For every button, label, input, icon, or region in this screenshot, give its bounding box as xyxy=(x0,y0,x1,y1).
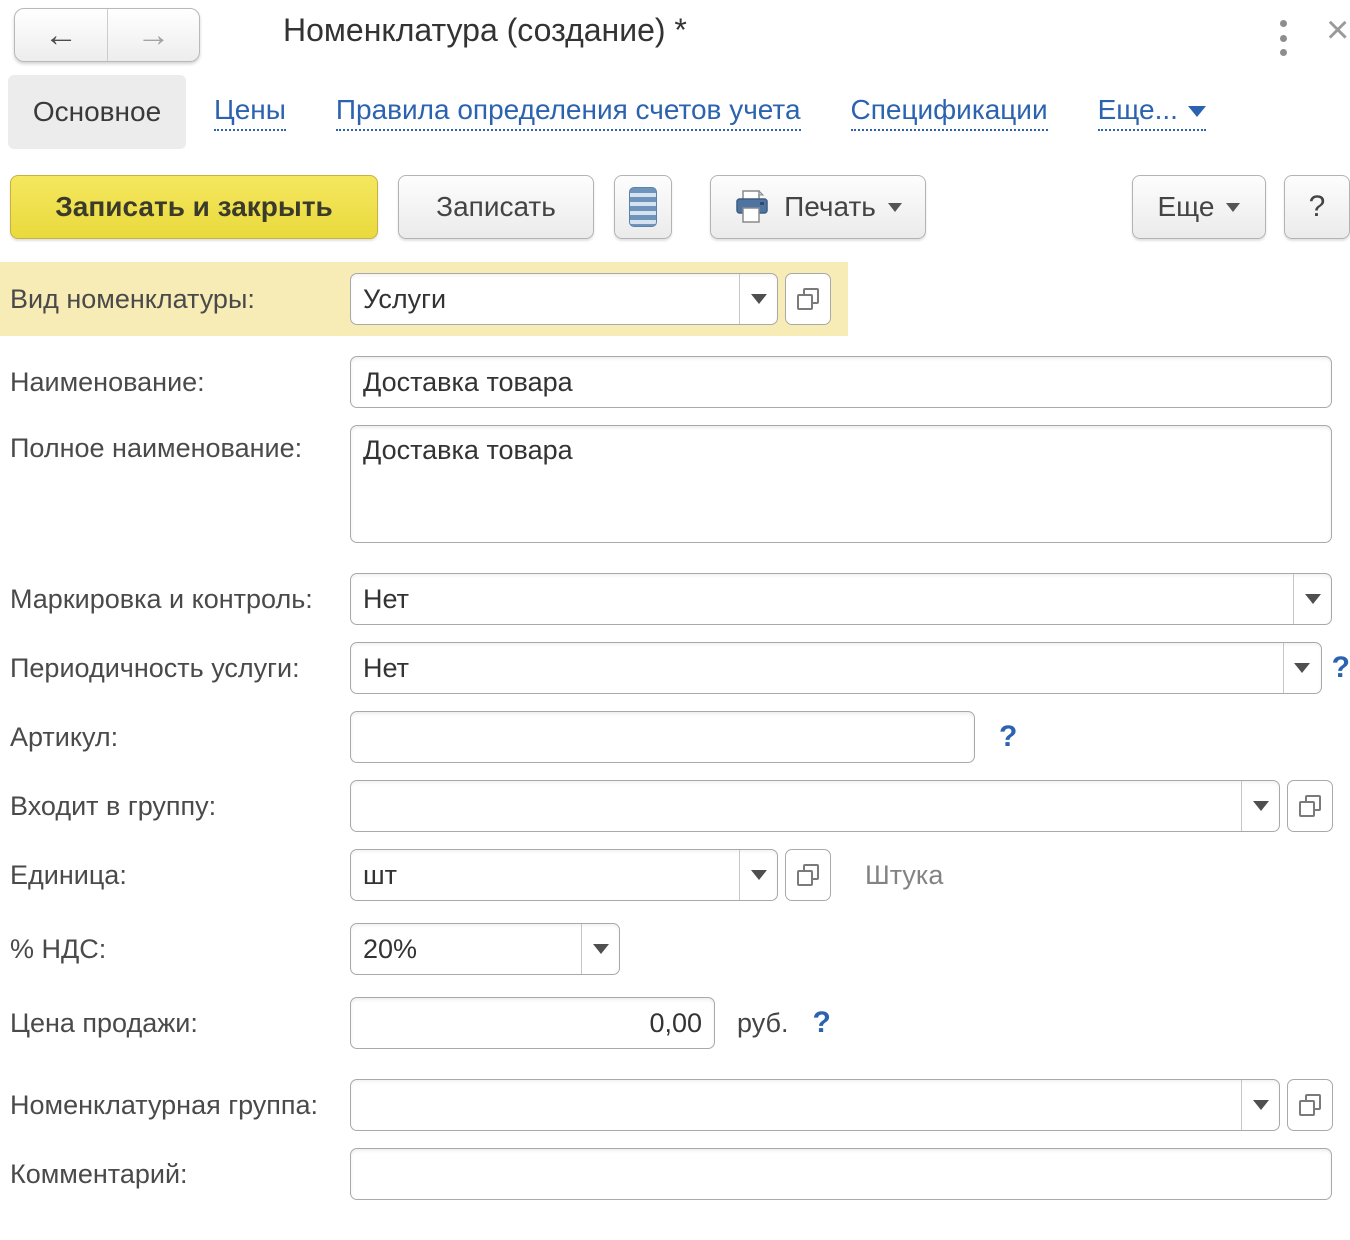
periodichnost-label: Периодичность услуги: xyxy=(10,653,350,684)
edinitsa-dropdown[interactable] xyxy=(739,850,777,900)
tsena-prodazhi-input[interactable] xyxy=(350,997,715,1049)
field-row-naimenovanie: Наименование: xyxy=(0,356,1350,408)
tsena-prodazhi-currency: руб. xyxy=(737,1008,788,1039)
window-header: ← → Номенклатура (создание) * × xyxy=(0,0,1350,74)
edinitsa-label: Единица: xyxy=(10,860,350,891)
artikul-input[interactable] xyxy=(350,711,975,763)
save-close-button[interactable]: Записать и закрыть xyxy=(10,175,378,239)
periodichnost-combo xyxy=(350,642,1322,694)
nds-label: % НДС: xyxy=(10,934,350,965)
chevron-down-icon xyxy=(1305,594,1321,604)
kommentarij-label: Комментарий: xyxy=(10,1159,350,1190)
related-records-button[interactable] xyxy=(614,175,672,239)
chevron-down-icon xyxy=(1253,1100,1269,1110)
field-row-nds: % НДС: xyxy=(0,923,1350,975)
vid-nomenklatury-input[interactable] xyxy=(351,274,739,324)
edinitsa-open-button[interactable] xyxy=(785,849,831,901)
tab-tseny[interactable]: Цены xyxy=(214,94,286,131)
field-row-edinitsa: Единица: Штука xyxy=(0,849,1350,901)
chevron-down-icon xyxy=(593,944,609,954)
nomenclature-form: Вид номенклатуры: Наименование: Полное н… xyxy=(0,262,1350,1200)
nds-input[interactable] xyxy=(351,924,581,974)
open-in-form-icon xyxy=(1299,795,1321,817)
polnoe-naimenovanie-label: Полное наименование: xyxy=(10,425,350,464)
close-icon[interactable]: × xyxy=(1326,10,1349,50)
vid-nomenklatury-combo xyxy=(350,273,778,325)
nomenklaturnaya-gruppa-dropdown[interactable] xyxy=(1241,1080,1279,1130)
field-row-nomenklaturnaya-gruppa: Номенклатурная группа: xyxy=(0,1079,1350,1131)
nomenklaturnaya-gruppa-input[interactable] xyxy=(351,1080,1241,1130)
nomenklaturnaya-gruppa-combo xyxy=(350,1079,1280,1131)
edinitsa-input[interactable] xyxy=(351,850,739,900)
nds-combo xyxy=(350,923,620,975)
help-button[interactable]: ? xyxy=(1284,175,1350,239)
vid-nomenklatury-dropdown[interactable] xyxy=(739,274,777,324)
field-row-tsena-prodazhi: Цена продажи: руб. ? xyxy=(0,997,1350,1049)
markirovka-dropdown[interactable] xyxy=(1293,574,1331,624)
open-in-form-icon xyxy=(797,288,819,310)
tsena-prodazhi-help-icon[interactable]: ? xyxy=(812,1006,830,1040)
edinitsa-combo xyxy=(350,849,778,901)
forward-button[interactable]: → xyxy=(107,9,199,61)
markirovka-combo xyxy=(350,573,1332,625)
page-title: Номенклатура (создание) * xyxy=(283,12,687,49)
markirovka-input[interactable] xyxy=(351,574,1293,624)
chevron-down-icon xyxy=(751,294,767,304)
field-row-periodichnost: Периодичность услуги: ? xyxy=(0,642,1350,694)
artikul-help-icon[interactable]: ? xyxy=(999,720,1017,754)
vhodit-v-gruppu-input[interactable] xyxy=(351,781,1241,831)
vid-nomenklatury-label: Вид номенклатуры: xyxy=(10,284,350,315)
back-button[interactable]: ← xyxy=(15,9,107,61)
chevron-down-icon xyxy=(1294,663,1310,673)
chevron-down-icon xyxy=(888,203,902,212)
vhodit-v-gruppu-dropdown[interactable] xyxy=(1241,781,1279,831)
periodichnost-input[interactable] xyxy=(351,643,1283,693)
vhodit-v-gruppu-combo xyxy=(350,780,1280,832)
nds-dropdown[interactable] xyxy=(581,924,619,974)
artikul-label: Артикул: xyxy=(10,722,350,753)
field-row-polnoe-naimenovanie: Полное наименование: Доставка товара xyxy=(0,425,1350,543)
stacked-list-icon xyxy=(629,187,657,227)
naimenovanie-input[interactable] xyxy=(350,356,1332,408)
markirovka-label: Маркировка и контроль: xyxy=(10,584,350,615)
open-in-form-icon xyxy=(1299,1094,1321,1116)
forward-arrow-icon: → xyxy=(137,16,171,55)
chevron-down-icon xyxy=(1253,801,1269,811)
kommentarij-input[interactable] xyxy=(350,1148,1332,1200)
tab-osnovnoe[interactable]: Основное xyxy=(8,75,186,149)
printer-icon xyxy=(734,190,770,224)
print-button[interactable]: Печать xyxy=(710,175,926,239)
edinitsa-hint: Штука xyxy=(865,860,943,891)
save-button[interactable]: Записать xyxy=(398,175,594,239)
open-in-form-icon xyxy=(797,864,819,886)
window-menu-icon[interactable] xyxy=(1268,18,1298,58)
naimenovanie-label: Наименование: xyxy=(10,367,350,398)
nomenklaturnaya-gruppa-open-button[interactable] xyxy=(1287,1079,1333,1131)
polnoe-naimenovanie-textarea[interactable]: Доставка товара xyxy=(350,425,1332,543)
tab-pravila-scheta[interactable]: Правила определения счетов учета xyxy=(336,94,801,131)
vhodit-v-gruppu-open-button[interactable] xyxy=(1287,780,1333,832)
chevron-down-icon xyxy=(1188,106,1206,117)
field-row-markirovka: Маркировка и контроль: xyxy=(0,573,1350,625)
chevron-down-icon xyxy=(751,870,767,880)
back-arrow-icon: ← xyxy=(44,16,78,55)
tab-spetsifikatsii[interactable]: Спецификации xyxy=(851,94,1048,131)
periodichnost-help-icon[interactable]: ? xyxy=(1332,651,1350,685)
vhodit-v-gruppu-label: Входит в группу: xyxy=(10,791,350,822)
tab-more[interactable]: Еще... xyxy=(1098,94,1206,131)
field-row-vid-nomenklatury: Вид номенклатуры: xyxy=(0,262,848,336)
nav-history-group: ← → xyxy=(14,8,200,62)
field-row-vhodit-v-gruppu: Входит в группу: xyxy=(0,780,1350,832)
toolbar: Записать и закрыть Записать Печать Еще ? xyxy=(0,174,1350,240)
field-row-kommentarij: Комментарий: xyxy=(0,1148,1350,1200)
vid-nomenklatury-open-button[interactable] xyxy=(785,273,831,325)
tsena-prodazhi-label: Цена продажи: xyxy=(10,1008,350,1039)
field-row-artikul: Артикул: ? xyxy=(0,711,1350,763)
nomenklaturnaya-gruppa-label: Номенклатурная группа: xyxy=(10,1090,350,1121)
periodichnost-dropdown[interactable] xyxy=(1283,643,1321,693)
tab-bar: Основное Цены Правила определения счетов… xyxy=(0,74,1350,150)
more-button[interactable]: Еще xyxy=(1132,175,1266,239)
chevron-down-icon xyxy=(1226,203,1240,212)
